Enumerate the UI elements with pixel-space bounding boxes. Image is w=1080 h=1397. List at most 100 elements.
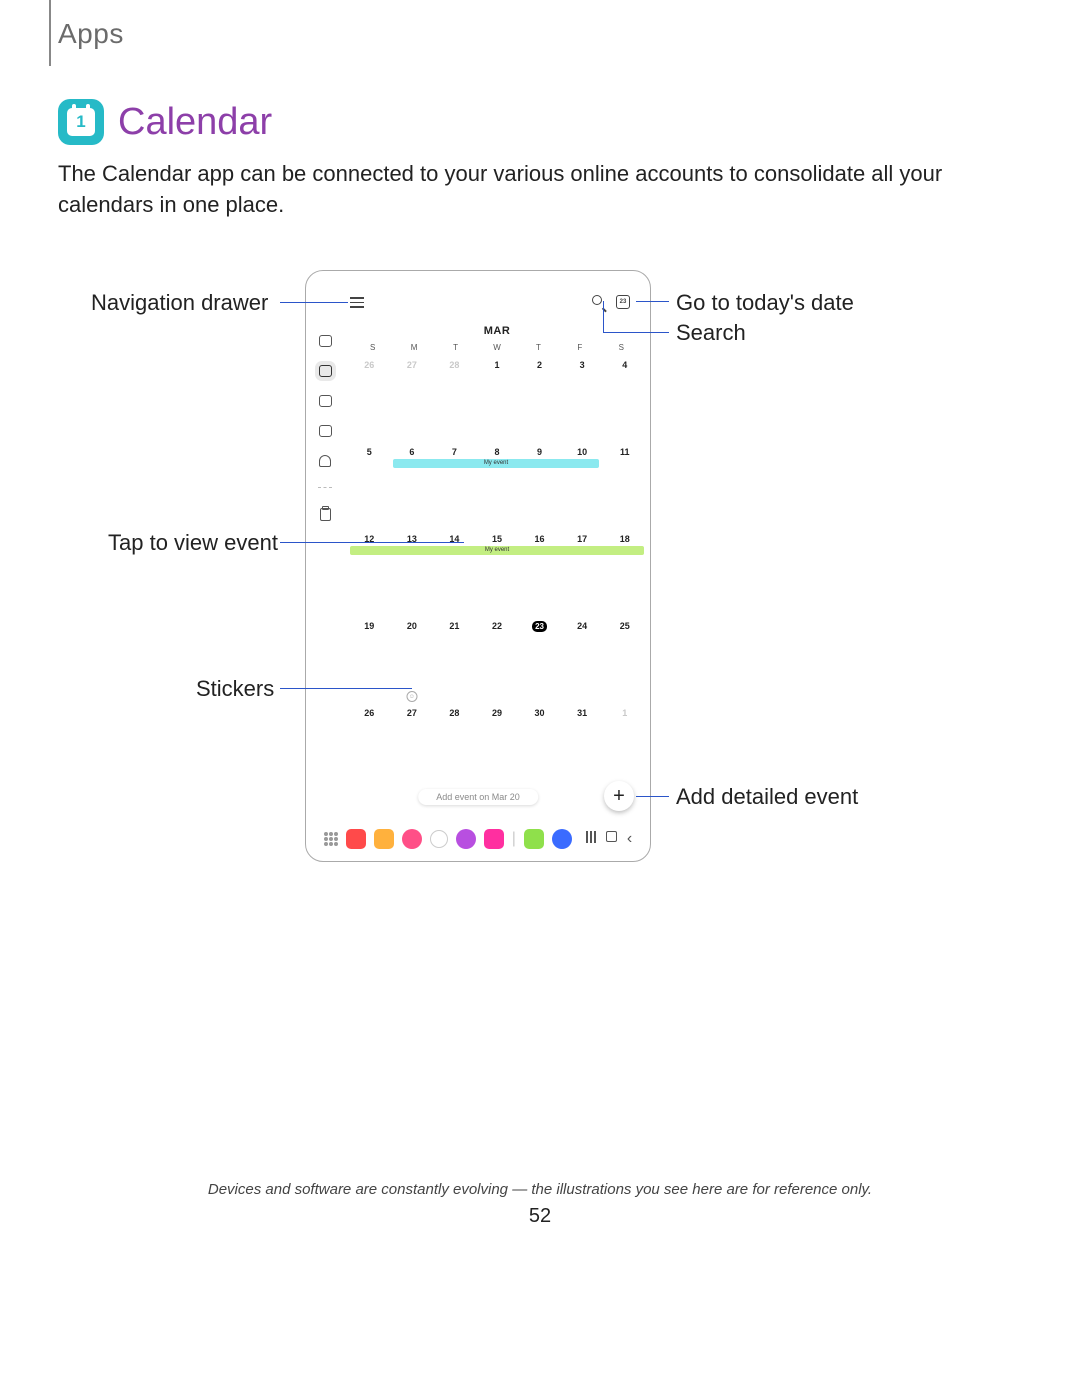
- day-cell[interactable]: 21: [433, 617, 476, 704]
- week-row: 2627282930311: [348, 704, 646, 791]
- hamburger-icon[interactable]: [350, 297, 364, 309]
- dock-app-icon[interactable]: [402, 829, 422, 849]
- day-cell[interactable]: 3: [561, 356, 604, 443]
- day-cell[interactable]: 2: [518, 356, 561, 443]
- day-cell[interactable]: 1: [476, 356, 519, 443]
- rail-view-icon[interactable]: [319, 335, 332, 347]
- home-icon[interactable]: [606, 831, 617, 842]
- day-cell[interactable]: 22: [476, 617, 519, 704]
- add-event-pill[interactable]: Add event on Mar 20: [418, 789, 538, 805]
- callout-add-detailed: Add detailed event: [676, 784, 858, 810]
- system-nav: ‹: [586, 831, 632, 847]
- day-cell[interactable]: 10: [561, 443, 604, 530]
- rail-view-icon[interactable]: [319, 395, 332, 407]
- day-cell[interactable]: 6: [391, 443, 434, 530]
- callout-line: [280, 302, 348, 303]
- dow-cell: M: [393, 343, 434, 352]
- day-cell[interactable]: 17: [561, 530, 604, 617]
- callout-search: Search: [676, 320, 746, 346]
- app-drawer-icon[interactable]: [324, 832, 338, 846]
- day-cell[interactable]: 13: [391, 530, 434, 617]
- header-rule: [49, 0, 51, 66]
- day-cell[interactable]: 19: [348, 617, 391, 704]
- back-icon[interactable]: ‹: [627, 831, 632, 847]
- recents-icon[interactable]: [586, 831, 596, 847]
- day-cell[interactable]: 24: [561, 617, 604, 704]
- dow-cell: T: [435, 343, 476, 352]
- dow-cell: T: [518, 343, 559, 352]
- week-row: 19202122232425☺: [348, 617, 646, 704]
- day-cell[interactable]: 11: [603, 443, 646, 530]
- day-cell[interactable]: 16: [518, 530, 561, 617]
- dock-app-icon[interactable]: [456, 829, 476, 849]
- callout-line: [603, 332, 669, 333]
- dock-app-icon[interactable]: [524, 829, 544, 849]
- callout-line: [280, 542, 464, 543]
- rail-reminder-icon[interactable]: [319, 455, 331, 467]
- page-title: Calendar: [118, 101, 272, 144]
- nav-bar: | ‹: [306, 823, 650, 855]
- dock-app-icon[interactable]: [346, 829, 366, 849]
- today-icon[interactable]: 23: [616, 295, 630, 309]
- day-cell[interactable]: 28: [433, 356, 476, 443]
- rail-view-icon-selected[interactable]: [319, 365, 332, 377]
- day-cell[interactable]: 1: [603, 704, 646, 791]
- dow-cell: S: [601, 343, 642, 352]
- callout-tap-view: Tap to view event: [108, 530, 278, 556]
- footnote: Devices and software are constantly evol…: [0, 1181, 1080, 1198]
- breadcrumb: Apps: [58, 18, 124, 50]
- day-cell[interactable]: 4: [603, 356, 646, 443]
- callout-line: [636, 301, 669, 302]
- day-cell[interactable]: 27: [391, 704, 434, 791]
- day-cell[interactable]: 5: [348, 443, 391, 530]
- day-cell[interactable]: 8: [476, 443, 519, 530]
- day-cell[interactable]: 26: [348, 704, 391, 791]
- day-cell[interactable]: 31: [561, 704, 604, 791]
- intro-paragraph: The Calendar app can be connected to you…: [58, 158, 978, 220]
- side-rail: [306, 321, 344, 815]
- rail-view-icon[interactable]: [319, 425, 332, 437]
- day-cell[interactable]: 30: [518, 704, 561, 791]
- month-label: MAR: [344, 325, 650, 337]
- device-screenshot: 23 MAR S M T W T F S 2627281234567891011…: [305, 270, 651, 862]
- week-row: 567891011My event: [348, 443, 646, 530]
- dock-app-icon[interactable]: [430, 830, 448, 848]
- callout-line: [280, 688, 412, 689]
- calendar-icon-digit: 1: [67, 108, 95, 136]
- day-cell[interactable]: 15: [476, 530, 519, 617]
- callout-line-v: [603, 301, 604, 332]
- page-heading: 1 Calendar: [58, 99, 272, 145]
- month-view: MAR S M T W T F S 2627281234567891011My …: [344, 321, 650, 815]
- day-cell[interactable]: 28: [433, 704, 476, 791]
- dock-app-icon[interactable]: [552, 829, 572, 849]
- dock-app-icon[interactable]: [374, 829, 394, 849]
- event-bar[interactable]: My event: [350, 546, 644, 555]
- page-number: 52: [0, 1205, 1080, 1228]
- week-row: 12131415161718My event: [348, 530, 646, 617]
- day-cell[interactable]: 14: [433, 530, 476, 617]
- dow-cell: W: [476, 343, 517, 352]
- callout-stickers: Stickers: [196, 676, 274, 702]
- day-cell[interactable]: 18: [603, 530, 646, 617]
- callout-today: Go to today's date: [676, 290, 854, 316]
- dock-app-icon[interactable]: [484, 829, 504, 849]
- day-cell[interactable]: 26: [348, 356, 391, 443]
- day-cell[interactable]: 12: [348, 530, 391, 617]
- day-cell[interactable]: 25: [603, 617, 646, 704]
- add-event-fab[interactable]: +: [604, 781, 634, 811]
- day-cell[interactable]: 9: [518, 443, 561, 530]
- event-bar[interactable]: My event: [393, 459, 600, 468]
- dow-cell: S: [352, 343, 393, 352]
- day-cell[interactable]: 27: [391, 356, 434, 443]
- day-of-week-row: S M T W T F S: [344, 343, 650, 352]
- callout-nav-drawer: Navigation drawer: [91, 290, 268, 316]
- rail-divider: [318, 487, 332, 488]
- sticker-icon[interactable]: ☺: [406, 691, 417, 702]
- day-cell[interactable]: 23: [518, 617, 561, 704]
- rail-trash-icon[interactable]: [320, 508, 331, 521]
- day-cell[interactable]: 29: [476, 704, 519, 791]
- calendar-app-icon: 1: [58, 99, 104, 145]
- callout-line: [636, 796, 669, 797]
- dow-cell: F: [559, 343, 600, 352]
- day-cell[interactable]: 7: [433, 443, 476, 530]
